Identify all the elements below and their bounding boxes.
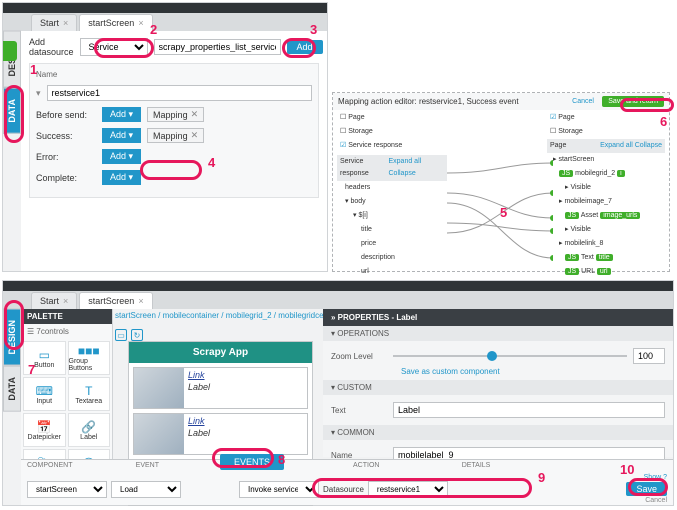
page-checkbox-r[interactable]: ☑ (550, 114, 556, 121)
zoom-label: Zoom Level (331, 352, 387, 361)
tab-startscreen[interactable]: startScreen× (79, 14, 152, 31)
before-send-mapping-tag[interactable]: Mapping✕ (147, 107, 204, 122)
success-add-button[interactable]: Add ▾ (102, 128, 141, 143)
storage-checkbox[interactable]: ☐ (340, 128, 346, 135)
save-event-button[interactable]: Save (626, 482, 667, 496)
properties-head: » PROPERTIES - Label (323, 309, 673, 326)
success-mapping-tag[interactable]: Mapping✕ (147, 128, 204, 143)
palette-textarea[interactable]: TTextarea (68, 377, 111, 411)
close-icon[interactable]: × (138, 18, 143, 28)
phone-icon[interactable]: ▭ (115, 329, 127, 341)
error-add-button[interactable]: Add ▾ (102, 149, 141, 164)
complete-label: Complete: (36, 173, 96, 183)
rtree-text[interactable]: JS Text title (547, 251, 665, 265)
operations-section: ▾ OPERATIONS (323, 326, 673, 341)
common-section: ▾ COMMON (323, 425, 673, 440)
editor-cancel-button[interactable]: Cancel (566, 97, 600, 106)
remove-icon[interactable]: ✕ (191, 109, 199, 120)
card-link[interactable]: Link (188, 416, 303, 426)
card-1[interactable]: Link Label (133, 367, 308, 409)
palette-group-buttons[interactable]: ■■■Group Buttons (68, 341, 111, 375)
storage-checkbox-r[interactable]: ☐ (550, 128, 556, 135)
palette-sub: ☰ 7controls (21, 324, 112, 339)
save-as-component-link[interactable]: Save as custom component (401, 367, 665, 376)
chevron-down-icon[interactable]: ▾ (36, 88, 41, 99)
card-image (134, 368, 184, 408)
before-send-add-button[interactable]: Add ▾ (102, 107, 141, 122)
zoom-slider[interactable] (393, 355, 627, 357)
custom-section: ▾ CUSTOM (323, 380, 673, 395)
page-checkbox[interactable]: ☐ (340, 114, 346, 121)
name-header: Name (36, 70, 312, 79)
card-label: Label (188, 382, 303, 392)
tab-startscreen-lower[interactable]: startScreen× (79, 292, 152, 309)
upper-content: Add datasource Service Add Name ▾ Before… (21, 31, 327, 271)
tree-title[interactable]: title (337, 223, 447, 237)
text-label: Text (331, 406, 387, 415)
remove-icon[interactable]: ✕ (191, 130, 199, 141)
add-datasource-button[interactable]: Add (287, 40, 323, 54)
tab-start[interactable]: Start× (31, 14, 77, 31)
card-link[interactable]: Link (188, 370, 303, 380)
datasource-label: Datasource (323, 485, 364, 494)
rtree-mobileimage_7[interactable]: ▸ mobileimage_7 (547, 195, 665, 209)
tree-headers[interactable]: headers (337, 181, 447, 195)
tree-price[interactable]: price (337, 237, 447, 251)
show-hint[interactable]: Show ? (644, 474, 667, 481)
rtree-mobilegrid_2[interactable]: JS mobilegrid_2 i (547, 167, 665, 181)
cancel-event-link[interactable]: Cancel (645, 497, 667, 504)
service-checkbox[interactable]: ☑ (340, 142, 346, 149)
before-send-label: Before send: (36, 110, 96, 120)
card-2[interactable]: Link Label (133, 413, 308, 455)
complete-add-button[interactable]: Add ▾ (102, 170, 141, 185)
rtree-visible[interactable]: ▸ Visible (547, 223, 665, 237)
rtree-visible[interactable]: ▸ Visible (547, 181, 665, 195)
tree-i[interactable]: ▾ $[i] (337, 209, 447, 223)
event-select[interactable]: Load (111, 481, 181, 498)
tree-url[interactable]: url (337, 265, 447, 279)
zoom-value[interactable] (633, 348, 665, 364)
editor-save-button[interactable]: Save and return (602, 96, 664, 107)
card-label: Label (188, 428, 303, 438)
vert-tab-data-lower[interactable]: DATA (3, 366, 21, 412)
datasource-name-field[interactable] (47, 85, 312, 101)
palette-head: PALETTE (21, 309, 112, 324)
rtree-asset[interactable]: JS Asset image_urls (547, 209, 665, 223)
events-toggle-button[interactable]: EVENTS (220, 454, 284, 470)
palette: PALETTE ☰ 7controls ▭Button■■■Group Butt… (21, 309, 113, 459)
ok-indicator (3, 41, 17, 61)
rtree-startscreen[interactable]: ▸ startScreen (547, 153, 665, 167)
lower-panel: Start× startScreen× DESIGN DATA PALETTE … (2, 280, 674, 506)
rotate-icon[interactable]: ↻ (131, 329, 143, 341)
properties-panel: » PROPERTIES - Label ▾ OPERATIONS Zoom L… (323, 309, 673, 457)
datasource-type-select[interactable]: Service (80, 38, 148, 56)
editor-title: Mapping action editor: restservice1, Suc… (338, 97, 519, 106)
palette-input[interactable]: ⌨Input (23, 377, 66, 411)
palette-datepicker[interactable]: 📅Datepicker (23, 413, 66, 447)
error-label: Error: (36, 152, 96, 162)
palette-label[interactable]: 🔗Label (68, 413, 111, 447)
success-label: Success: (36, 131, 96, 141)
app-header: Scrapy App (129, 342, 312, 363)
component-select[interactable]: startScreen (27, 481, 107, 498)
mapping-editor: Mapping action editor: restservice1, Suc… (332, 92, 670, 272)
tree-description[interactable]: description (337, 251, 447, 265)
datasource-select[interactable]: restservice1 (368, 481, 448, 498)
card-image (134, 414, 184, 454)
tree-body[interactable]: ▾ body (337, 195, 447, 209)
vert-tab-data[interactable]: DATA (3, 88, 21, 134)
add-datasource-label: Add datasource (29, 37, 74, 57)
tab-start-lower[interactable]: Start× (31, 292, 77, 309)
upper-tabs: Start× startScreen× (3, 13, 327, 31)
rtree-url[interactable]: JS URL url (547, 265, 665, 279)
upper-panel: Start× startScreen× DESIGN DATA Add data… (2, 2, 328, 272)
text-input[interactable] (393, 402, 665, 418)
close-icon[interactable]: × (63, 18, 68, 28)
events-bar: COMPONENTEVENTORDERACTIONDETAILS startSc… (21, 459, 673, 505)
action-select[interactable]: Invoke service (239, 481, 319, 498)
rtree-mobilelink_8[interactable]: ▸ mobilelink_8 (547, 237, 665, 251)
datasource-name-input[interactable] (154, 39, 281, 55)
vert-tab-design-lower[interactable]: DESIGN (3, 309, 21, 366)
